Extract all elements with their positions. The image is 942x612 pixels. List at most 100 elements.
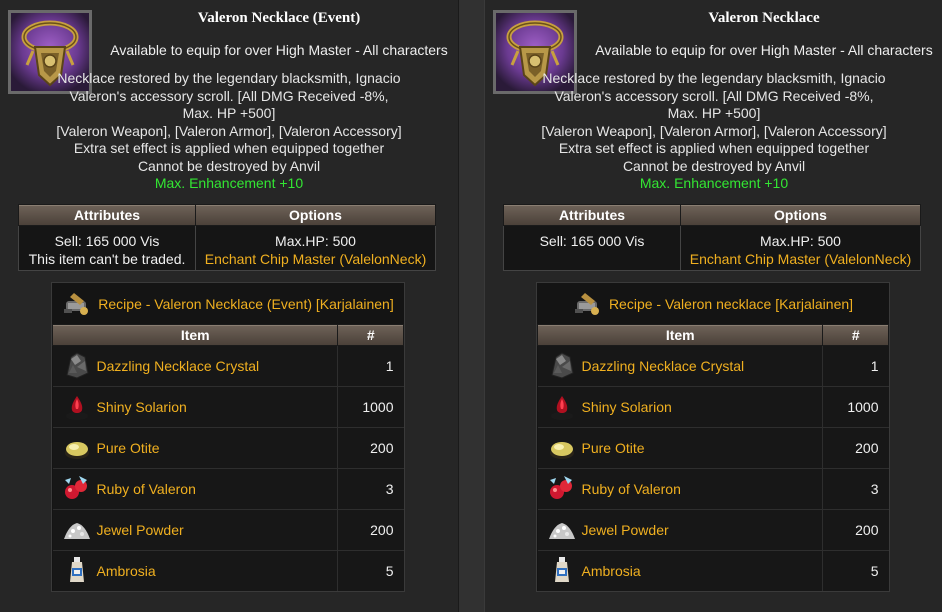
recipe-scroll-icon bbox=[64, 292, 89, 315]
options-header: Options bbox=[680, 204, 921, 226]
materials-body: Dazzling Necklace Crystal 1 Shiny Solarion… bbox=[537, 345, 889, 591]
description-line: Extra set effect is applied when equippe… bbox=[73, 140, 385, 156]
description-line: Valeron's accessory scroll. [All DMG Rec… bbox=[69, 87, 389, 104]
recipe-scroll-icon bbox=[574, 292, 599, 315]
material-link[interactable]: Pure Otite bbox=[538, 431, 823, 466]
material-quantity: 200 bbox=[822, 427, 889, 469]
description-line: Extra set effect is applied when equippe… bbox=[558, 140, 870, 156]
sell-price: Sell: 165 000 Vis bbox=[54, 233, 160, 249]
material-link[interactable]: Dazzling Necklace Crystal bbox=[53, 349, 338, 384]
enchant-chip-link[interactable]: Enchant Chip Master (ValelonNeck) bbox=[685, 250, 916, 268]
description-line: Max. HP +500] bbox=[667, 105, 761, 121]
description-line: Necklace restored by the legendary black… bbox=[542, 70, 886, 86]
description-line: Valeron's accessory scroll. [All DMG Rec… bbox=[554, 87, 874, 104]
material-name-cell: Dazzling Necklace Crystal bbox=[537, 345, 823, 387]
material-row: Ruby of Valeron 3 bbox=[537, 468, 889, 510]
material-name-cell: Pure Otite bbox=[537, 427, 823, 469]
attributes-table: Attributes Options Sell: 165 000 Vis Max… bbox=[503, 204, 921, 271]
recipe-header[interactable]: Recipe - Valeron necklace [Karjalainen] bbox=[537, 283, 889, 324]
material-row: Pure Otite 200 bbox=[537, 427, 889, 469]
options-cell: Max.HP: 500 Enchant Chip Master (Valelon… bbox=[680, 225, 921, 271]
material-link[interactable]: Shiny Solarion bbox=[538, 390, 823, 425]
material-quantity: 5 bbox=[822, 550, 889, 591]
material-quantity: 200 bbox=[337, 509, 404, 551]
solarion-icon bbox=[61, 390, 93, 425]
attributes-cell: Sell: 165 000 Vis This item can't be tra… bbox=[18, 225, 196, 271]
material-name-cell: Ruby of Valeron bbox=[52, 468, 338, 510]
material-name: Pure Otite bbox=[96, 440, 160, 456]
material-name: Shiny Solarion bbox=[581, 399, 672, 415]
materials-body: Dazzling Necklace Crystal 1 Shiny Solarion… bbox=[52, 345, 404, 591]
solarion-icon bbox=[546, 390, 578, 425]
ruby-icon bbox=[61, 472, 93, 507]
equip-requirement: Available to equip for over High Master … bbox=[595, 42, 933, 58]
description-line: [Valeron Weapon], [Valeron Armor], [Vale… bbox=[56, 122, 402, 139]
materials-table: Item # Dazzling Necklace Crystal 1 Shiny S… bbox=[536, 324, 889, 591]
material-quantity: 5 bbox=[337, 550, 404, 591]
description-line: Cannot be destroyed by Anvil bbox=[622, 157, 806, 174]
item-description: Necklace restored by the legendary black… bbox=[0, 70, 458, 193]
material-row: Shiny Solarion 1000 bbox=[52, 386, 404, 428]
option-max-hp: Max.HP: 500 bbox=[275, 233, 356, 249]
material-quantity: 1 bbox=[822, 345, 889, 387]
material-name: Ambrosia bbox=[96, 563, 156, 579]
material-quantity: 200 bbox=[337, 427, 404, 469]
recipe-header[interactable]: Recipe - Valeron Necklace (Event) [Karja… bbox=[52, 283, 404, 324]
material-row: Ambrosia 5 bbox=[537, 550, 889, 591]
material-name: Jewel Powder bbox=[96, 522, 184, 538]
equip-requirement: Available to equip for over High Master … bbox=[110, 42, 448, 58]
material-row: Ruby of Valeron 3 bbox=[52, 468, 404, 510]
quantity-column-header: # bbox=[822, 324, 889, 346]
sell-price: Sell: 165 000 Vis bbox=[539, 233, 645, 249]
enchant-chip-link[interactable]: Enchant Chip Master (ValelonNeck) bbox=[200, 250, 431, 268]
material-row: Jewel Powder 200 bbox=[537, 509, 889, 551]
material-name-cell: Jewel Powder bbox=[537, 509, 823, 551]
material-name: Shiny Solarion bbox=[96, 399, 187, 415]
material-name: Ruby of Valeron bbox=[96, 481, 196, 497]
material-row: Shiny Solarion 1000 bbox=[537, 386, 889, 428]
quantity-column-header: # bbox=[337, 324, 404, 346]
ambrosia-icon bbox=[546, 554, 578, 589]
material-quantity: 1 bbox=[337, 345, 404, 387]
material-name-cell: Dazzling Necklace Crystal bbox=[52, 345, 338, 387]
item-title: Valeron Necklace bbox=[708, 10, 820, 26]
material-name: Dazzling Necklace Crystal bbox=[96, 358, 260, 374]
material-link[interactable]: Ruby of Valeron bbox=[538, 472, 823, 507]
recipe-box: Recipe - Valeron Necklace (Event) [Karja… bbox=[51, 282, 405, 592]
material-row: Pure Otite 200 bbox=[52, 427, 404, 469]
material-link[interactable]: Pure Otite bbox=[53, 431, 338, 466]
material-name: Ruby of Valeron bbox=[581, 481, 681, 497]
item-column-header: Item bbox=[51, 324, 339, 346]
material-name-cell: Shiny Solarion bbox=[52, 386, 338, 428]
material-link[interactable]: Shiny Solarion bbox=[53, 390, 338, 425]
material-row: Ambrosia 5 bbox=[52, 550, 404, 591]
max-enhancement: Max. Enhancement +10 bbox=[154, 175, 304, 191]
option-max-hp: Max.HP: 500 bbox=[760, 233, 841, 249]
recipe-title: Recipe - Valeron necklace [Karjalainen] bbox=[608, 295, 854, 312]
ambrosia-icon bbox=[61, 554, 93, 589]
item-description: Necklace restored by the legendary black… bbox=[485, 70, 942, 193]
material-link[interactable]: Dazzling Necklace Crystal bbox=[538, 349, 823, 384]
material-name-cell: Shiny Solarion bbox=[537, 386, 823, 428]
item-panel-event: Valeron Necklace (Event) Available to eq… bbox=[0, 0, 459, 612]
item-panel-standard: Valeron Necklace Available to equip for … bbox=[484, 0, 942, 612]
attributes-header: Attributes bbox=[503, 204, 681, 226]
material-link[interactable]: Jewel Powder bbox=[538, 513, 823, 548]
materials-table: Item # Dazzling Necklace Crystal 1 Shiny S… bbox=[51, 324, 404, 591]
description-line: Necklace restored by the legendary black… bbox=[57, 70, 401, 86]
material-link[interactable]: Ruby of Valeron bbox=[53, 472, 338, 507]
ruby-icon bbox=[546, 472, 578, 507]
material-link[interactable]: Ambrosia bbox=[538, 554, 823, 589]
material-link[interactable]: Jewel Powder bbox=[53, 513, 338, 548]
material-quantity: 1000 bbox=[822, 386, 889, 428]
material-name-cell: Ruby of Valeron bbox=[537, 468, 823, 510]
material-row: Dazzling Necklace Crystal 1 bbox=[537, 345, 889, 387]
item-title: Valeron Necklace (Event) bbox=[197, 10, 361, 26]
material-quantity: 3 bbox=[337, 468, 404, 510]
recipe-box: Recipe - Valeron necklace [Karjalainen] … bbox=[536, 282, 890, 592]
material-name-cell: Ambrosia bbox=[537, 550, 823, 591]
material-name: Jewel Powder bbox=[581, 522, 669, 538]
trade-restriction: This item can't be traded. bbox=[28, 251, 186, 267]
crystal-icon bbox=[61, 349, 93, 384]
material-link[interactable]: Ambrosia bbox=[53, 554, 338, 589]
